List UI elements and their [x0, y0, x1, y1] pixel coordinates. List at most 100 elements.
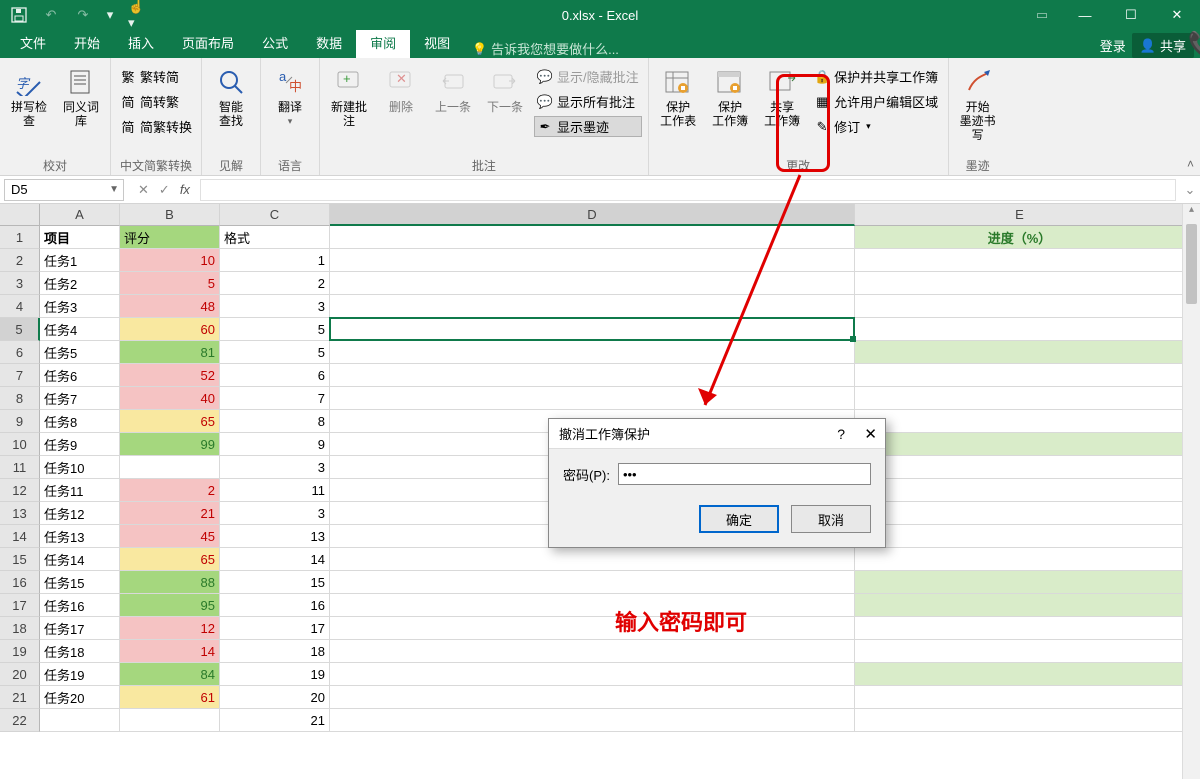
- cell[interactable]: 任务19: [40, 663, 120, 686]
- dialog-titlebar[interactable]: 撤消工作簿保护 ? ✕: [549, 419, 885, 449]
- cell[interactable]: [855, 341, 1185, 364]
- cell[interactable]: 3: [220, 295, 330, 318]
- password-input[interactable]: [618, 463, 871, 485]
- translate-button[interactable]: a中 翻译 ▾: [267, 62, 313, 127]
- row-header-14[interactable]: 14: [0, 525, 40, 548]
- cell[interactable]: [855, 594, 1185, 617]
- cell[interactable]: [120, 456, 220, 479]
- cell[interactable]: 60: [120, 318, 220, 341]
- cell[interactable]: 任务14: [40, 548, 120, 571]
- row-header-4[interactable]: 4: [0, 295, 40, 318]
- undo-icon[interactable]: ↶: [42, 6, 60, 24]
- cell[interactable]: 任务6: [40, 364, 120, 387]
- cell[interactable]: 任务2: [40, 272, 120, 295]
- tab-数据[interactable]: 数据: [302, 27, 356, 58]
- cell[interactable]: 20: [220, 686, 330, 709]
- dialog-close-icon[interactable]: ✕: [864, 425, 877, 443]
- spellcheck-button[interactable]: 字 拼写检查: [6, 62, 52, 128]
- cell[interactable]: 13: [220, 525, 330, 548]
- formula-input[interactable]: [200, 179, 1176, 201]
- cell[interactable]: 任务10: [40, 456, 120, 479]
- name-box[interactable]: D5 ▼: [4, 179, 124, 201]
- cell[interactable]: [330, 341, 855, 364]
- cell[interactable]: [855, 548, 1185, 571]
- select-all-corner[interactable]: [0, 204, 40, 226]
- cell[interactable]: 11: [220, 479, 330, 502]
- cell[interactable]: [855, 571, 1185, 594]
- cell[interactable]: [330, 571, 855, 594]
- cell[interactable]: 3: [220, 456, 330, 479]
- share-workbook-button[interactable]: 共享 工作簿: [759, 62, 805, 128]
- cell[interactable]: 14: [120, 640, 220, 663]
- cell[interactable]: 10: [120, 249, 220, 272]
- cell[interactable]: 88: [120, 571, 220, 594]
- cell[interactable]: 17: [220, 617, 330, 640]
- show-ink-button[interactable]: ✒显示墨迹: [534, 116, 642, 137]
- cell[interactable]: 任务1: [40, 249, 120, 272]
- tab-公式[interactable]: 公式: [248, 27, 302, 58]
- convert-button[interactable]: 简简繁转换: [117, 116, 195, 137]
- ribbon-options-icon[interactable]: ▭: [1022, 0, 1062, 30]
- cell[interactable]: 21: [120, 502, 220, 525]
- cell[interactable]: 1: [220, 249, 330, 272]
- cell[interactable]: [855, 663, 1185, 686]
- cell[interactable]: 任务7: [40, 387, 120, 410]
- col-header-E[interactable]: E: [855, 204, 1185, 226]
- row-header-7[interactable]: 7: [0, 364, 40, 387]
- tab-文件[interactable]: 文件: [6, 27, 60, 58]
- row-header-12[interactable]: 12: [0, 479, 40, 502]
- cell[interactable]: 2: [120, 479, 220, 502]
- cell[interactable]: 19: [220, 663, 330, 686]
- col-header-B[interactable]: B: [120, 204, 220, 226]
- cell[interactable]: 45: [120, 525, 220, 548]
- cell[interactable]: 84: [120, 663, 220, 686]
- vertical-scrollbar[interactable]: ▴: [1182, 204, 1200, 779]
- cell[interactable]: [855, 433, 1185, 456]
- cell[interactable]: 99: [120, 433, 220, 456]
- cell[interactable]: [330, 364, 855, 387]
- cell[interactable]: [330, 663, 855, 686]
- cell[interactable]: 9: [220, 433, 330, 456]
- row-header-15[interactable]: 15: [0, 548, 40, 571]
- cancel-button[interactable]: 取消: [791, 505, 871, 533]
- row-header-22[interactable]: 22: [0, 709, 40, 732]
- cell[interactable]: 格式: [220, 226, 330, 249]
- col-header-D[interactable]: D: [330, 204, 855, 226]
- row-header-21[interactable]: 21: [0, 686, 40, 709]
- cell[interactable]: 40: [120, 387, 220, 410]
- cell[interactable]: 任务4: [40, 318, 120, 341]
- cell[interactable]: 任务18: [40, 640, 120, 663]
- qat-more-icon[interactable]: ▾: [106, 6, 114, 24]
- cell[interactable]: 任务13: [40, 525, 120, 548]
- cell[interactable]: [855, 456, 1185, 479]
- tab-插入[interactable]: 插入: [114, 27, 168, 58]
- cell[interactable]: [855, 364, 1185, 387]
- fx-icon[interactable]: fx: [180, 182, 190, 197]
- dropdown-icon[interactable]: ▼: [109, 184, 119, 195]
- cell[interactable]: 任务9: [40, 433, 120, 456]
- cell[interactable]: [330, 318, 855, 341]
- cell[interactable]: 任务17: [40, 617, 120, 640]
- cell[interactable]: [330, 387, 855, 410]
- tab-视图[interactable]: 视图: [410, 27, 464, 58]
- cell[interactable]: 7: [220, 387, 330, 410]
- cell[interactable]: 65: [120, 410, 220, 433]
- cell[interactable]: 95: [120, 594, 220, 617]
- row-header-11[interactable]: 11: [0, 456, 40, 479]
- cell[interactable]: [330, 617, 855, 640]
- row-header-17[interactable]: 17: [0, 594, 40, 617]
- row-header-6[interactable]: 6: [0, 341, 40, 364]
- cell[interactable]: 52: [120, 364, 220, 387]
- cell[interactable]: 进度（%）: [855, 226, 1185, 249]
- cell[interactable]: 16: [220, 594, 330, 617]
- tab-开始[interactable]: 开始: [60, 27, 114, 58]
- protect-sheet-button[interactable]: 保护 工作表: [655, 62, 701, 128]
- row-header-20[interactable]: 20: [0, 663, 40, 686]
- cell[interactable]: 8: [220, 410, 330, 433]
- cell[interactable]: 任务20: [40, 686, 120, 709]
- scroll-thumb[interactable]: [1186, 224, 1197, 304]
- cell[interactable]: [855, 502, 1185, 525]
- cell[interactable]: [330, 272, 855, 295]
- cell[interactable]: 任务12: [40, 502, 120, 525]
- share-button[interactable]: 👤 共享: [1132, 33, 1194, 58]
